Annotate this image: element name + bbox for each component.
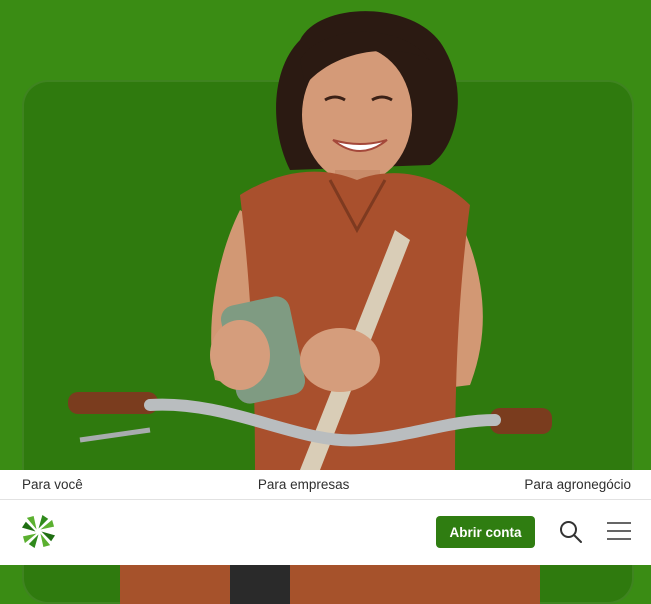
open-account-button[interactable]: Abrir conta (436, 516, 535, 548)
menu-icon[interactable] (606, 520, 632, 542)
segment-agro-link[interactable]: Para agronegócio (524, 477, 631, 492)
segment-personal-link[interactable]: Para você (22, 477, 83, 492)
pinwheel-logo-icon[interactable] (21, 514, 56, 549)
main-header: Abrir conta (0, 500, 651, 565)
segment-business-link[interactable]: Para empresas (258, 477, 350, 492)
search-icon[interactable] (558, 519, 584, 545)
segment-nav: Para você Para empresas Para agronegócio (0, 470, 651, 500)
